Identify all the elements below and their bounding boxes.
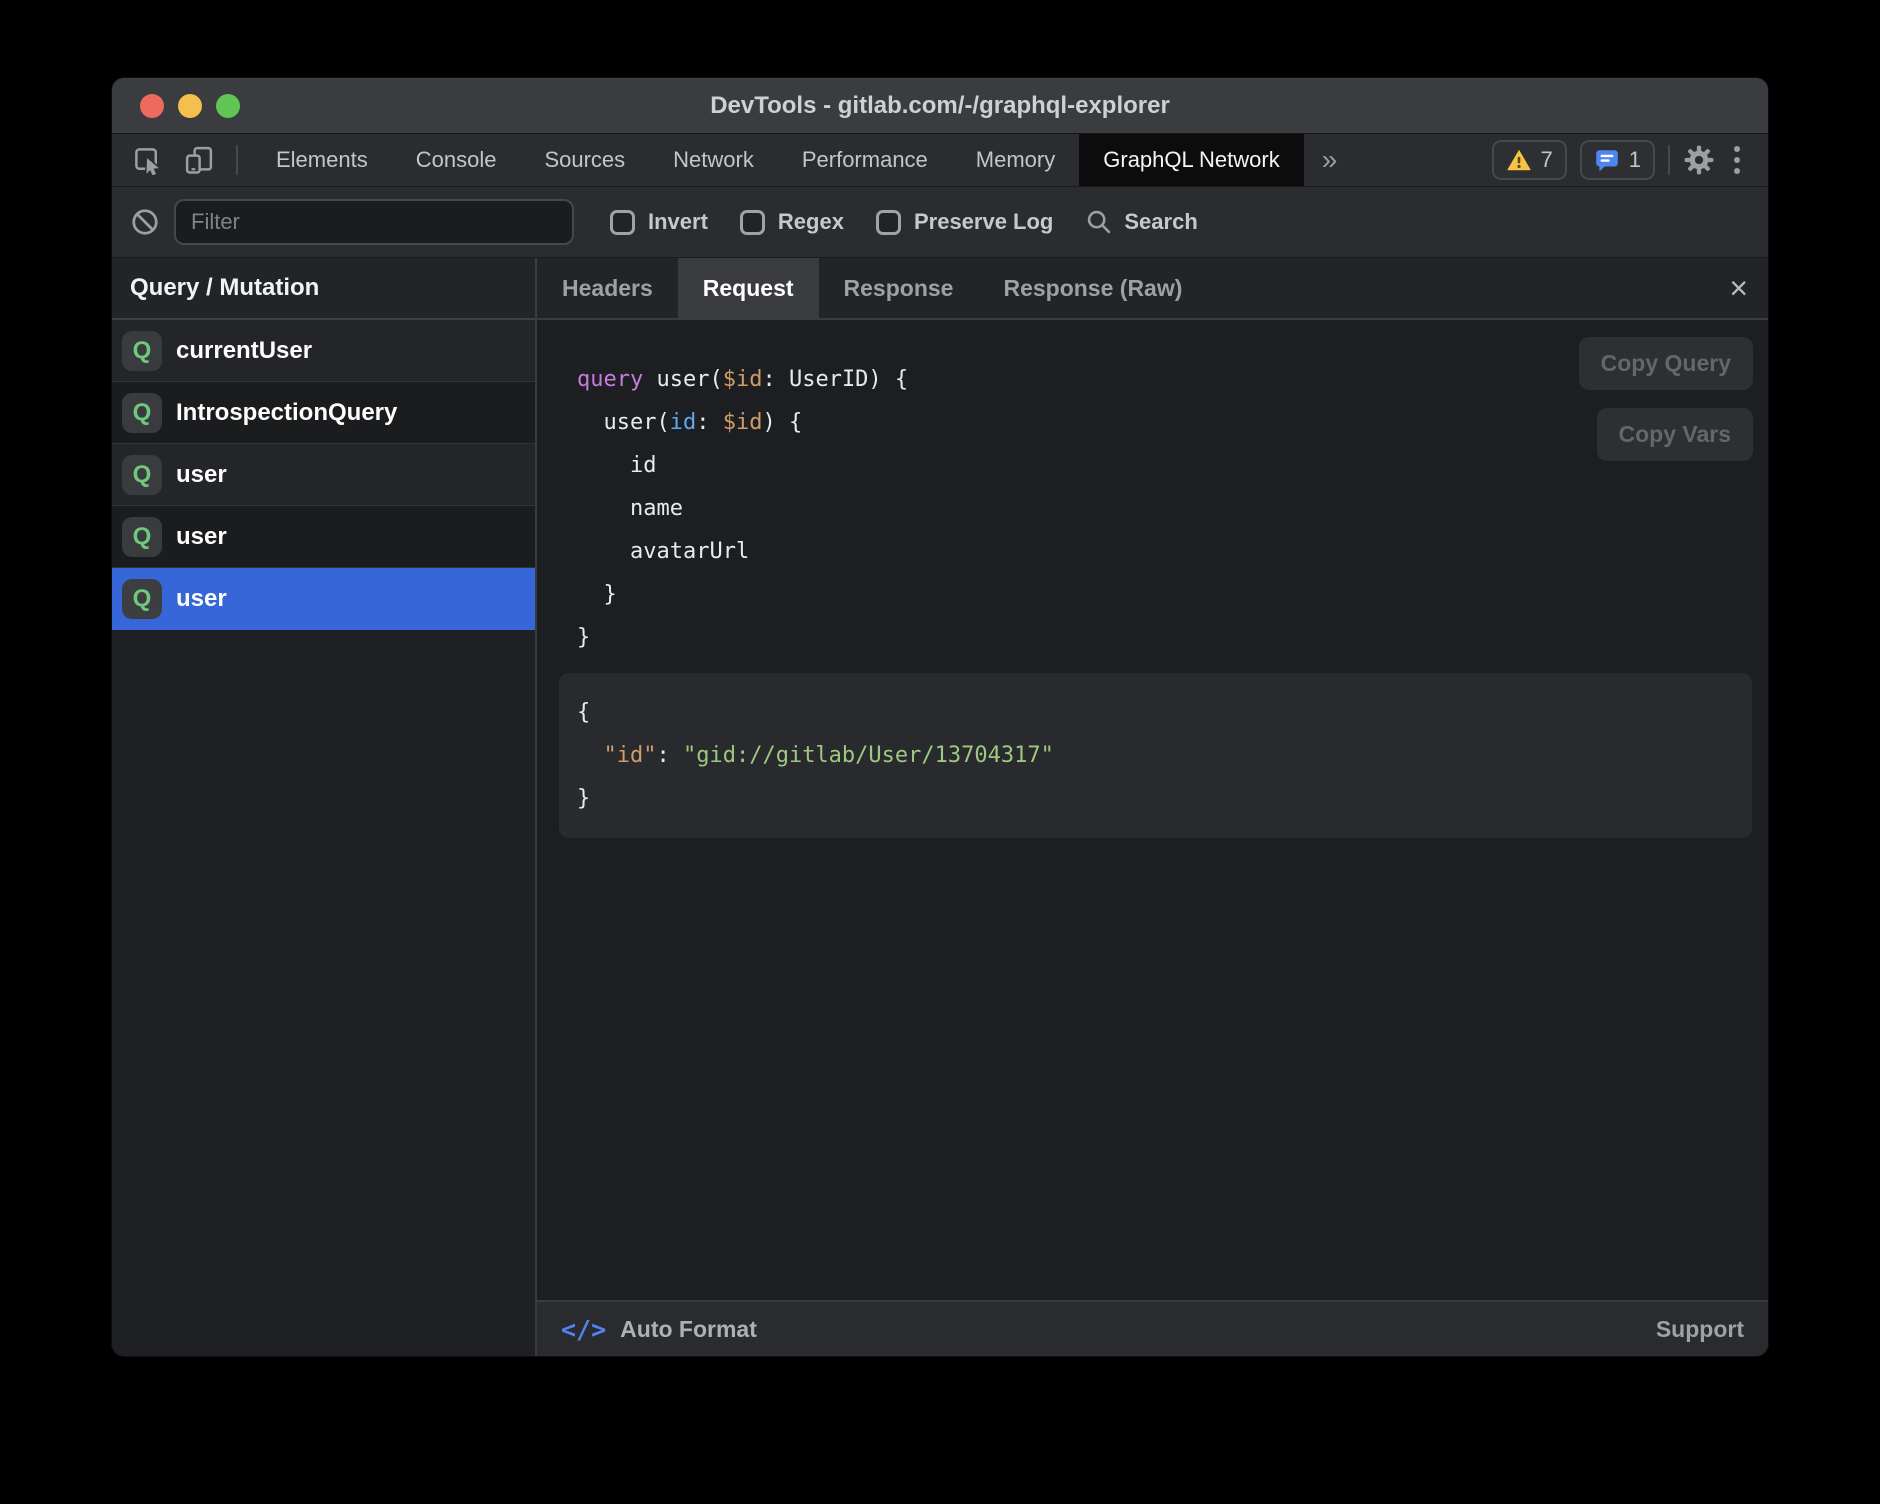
search-icon — [1085, 208, 1113, 236]
query-list-item[interactable]: Q user — [112, 506, 535, 568]
window-title: DevTools - gitlab.com/-/graphql-explorer — [710, 92, 1170, 120]
issues-badge[interactable]: 1 — [1580, 140, 1655, 180]
warnings-badge[interactable]: 7 — [1492, 140, 1567, 180]
query-name: user — [176, 585, 227, 613]
tab-performance[interactable]: Performance — [778, 134, 952, 186]
tab-response-raw[interactable]: Response (Raw) — [978, 258, 1207, 318]
tab-elements[interactable]: Elements — [252, 134, 392, 186]
devtools-window: DevTools - gitlab.com/-/graphql-explorer… — [112, 78, 1768, 1356]
query-list-panel: Query / Mutation Q currentUser Q Introsp… — [112, 258, 537, 1356]
traffic-lights — [140, 78, 240, 133]
clear-block-icon[interactable] — [130, 207, 160, 237]
query-list-item[interactable]: Q currentUser — [112, 320, 535, 382]
toolbar-separator — [1668, 145, 1670, 175]
query-name: currentUser — [176, 337, 312, 365]
detail-footer: </> Auto Format Support — [537, 1300, 1768, 1356]
panel-tabs: Elements Console Sources Network Perform… — [252, 134, 1355, 186]
support-link[interactable]: Support — [1656, 1316, 1744, 1343]
screen-canvas: DevTools - gitlab.com/-/graphql-explorer… — [0, 0, 1880, 1504]
search-label: Search — [1124, 209, 1197, 235]
warnings-count: 7 — [1541, 147, 1553, 173]
regex-checkbox[interactable]: Regex — [740, 209, 844, 235]
preserve-log-label: Preserve Log — [914, 209, 1053, 235]
close-detail-icon[interactable]: × — [1729, 272, 1748, 304]
inspect-element-icon[interactable] — [132, 145, 162, 175]
query-type-badge: Q — [122, 331, 162, 371]
regex-label: Regex — [778, 209, 844, 235]
query-name: user — [176, 523, 227, 551]
settings-gear-icon[interactable] — [1683, 144, 1715, 176]
tab-memory[interactable]: Memory — [952, 134, 1079, 186]
issues-count: 1 — [1629, 147, 1641, 173]
request-content: query user($id: UserID) { user(id: $id) … — [537, 320, 1768, 1300]
copy-vars-button[interactable]: Copy Vars — [1597, 408, 1754, 461]
device-toolbar-icon[interactable] — [184, 145, 214, 175]
tab-request[interactable]: Request — [678, 258, 819, 318]
tab-response[interactable]: Response — [819, 258, 979, 318]
preserve-log-checkbox[interactable]: Preserve Log — [876, 209, 1053, 235]
devtools-toolbar: Elements Console Sources Network Perform… — [112, 134, 1768, 187]
checkbox-icon — [876, 210, 901, 235]
filter-bar: Invert Regex Preserve Log Search — [112, 187, 1768, 258]
tab-sources[interactable]: Sources — [520, 134, 649, 186]
close-window-button[interactable] — [140, 94, 164, 118]
filter-options: Invert Regex Preserve Log Search — [610, 208, 1198, 236]
query-type-badge: Q — [122, 579, 162, 619]
window-titlebar: DevTools - gitlab.com/-/graphql-explorer — [112, 78, 1768, 134]
query-list-item[interactable]: Q user — [112, 444, 535, 506]
query-list-item-selected[interactable]: Q user — [112, 568, 535, 630]
tab-headers[interactable]: Headers — [537, 258, 678, 318]
variables-box: { "id": "gid://gitlab/User/13704317" } — [559, 673, 1752, 838]
search-toggle[interactable]: Search — [1085, 208, 1197, 236]
more-options-icon[interactable] — [1728, 146, 1746, 174]
more-tabs-icon[interactable]: » — [1304, 134, 1356, 186]
code-format-icon: </> — [561, 1315, 606, 1344]
auto-format-toggle[interactable]: Auto Format — [620, 1316, 757, 1343]
query-list-header: Query / Mutation — [112, 258, 535, 320]
message-icon — [1594, 147, 1620, 173]
minimize-window-button[interactable] — [178, 94, 202, 118]
filter-input[interactable] — [174, 199, 574, 245]
zoom-window-button[interactable] — [216, 94, 240, 118]
toolbar-separator — [236, 145, 238, 175]
warning-icon — [1506, 147, 1532, 173]
detail-tabs: Headers Request Response Response (Raw) … — [537, 258, 1768, 320]
invert-label: Invert — [648, 209, 708, 235]
copy-query-button[interactable]: Copy Query — [1579, 337, 1753, 390]
tab-console[interactable]: Console — [392, 134, 521, 186]
toolbar-left-icons — [112, 134, 252, 186]
request-detail-panel: Headers Request Response Response (Raw) … — [537, 258, 1768, 1356]
query-type-badge: Q — [122, 393, 162, 433]
query-name: user — [176, 461, 227, 489]
tab-graphql-network[interactable]: GraphQL Network — [1079, 134, 1303, 186]
copy-buttons: Copy Query Copy Vars — [1579, 337, 1753, 461]
query-name: IntrospectionQuery — [176, 399, 397, 427]
tab-network[interactable]: Network — [649, 134, 778, 186]
query-type-badge: Q — [122, 455, 162, 495]
checkbox-icon — [610, 210, 635, 235]
main-split: Query / Mutation Q currentUser Q Introsp… — [112, 258, 1768, 1356]
toolbar-right: 7 1 — [1492, 134, 1769, 186]
graphql-variables-code: { "id": "gid://gitlab/User/13704317" } — [577, 691, 1732, 820]
query-list-item[interactable]: Q IntrospectionQuery — [112, 382, 535, 444]
checkbox-icon — [740, 210, 765, 235]
query-type-badge: Q — [122, 517, 162, 557]
invert-checkbox[interactable]: Invert — [610, 209, 708, 235]
